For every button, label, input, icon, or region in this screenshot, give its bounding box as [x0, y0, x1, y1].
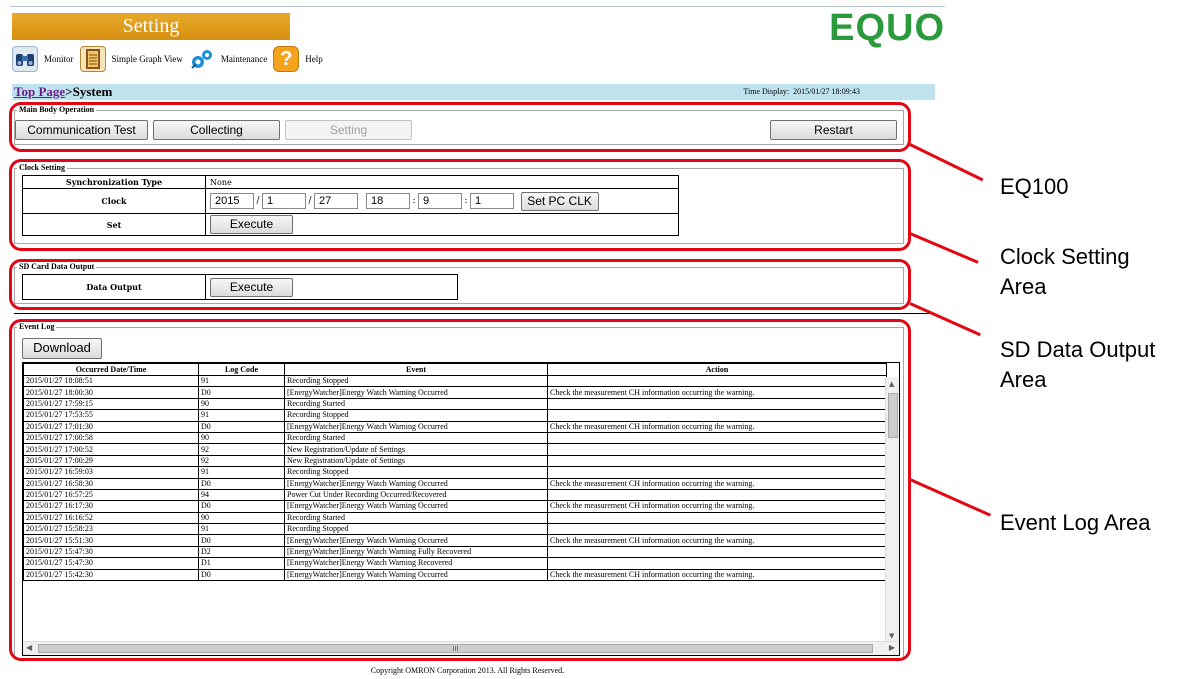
sd-leader-line — [909, 302, 981, 337]
nav-simple-graph-view-label: Simple Graph View — [111, 54, 183, 64]
page-title: Setting — [12, 13, 290, 40]
question-icon: ? — [273, 46, 300, 72]
section-divider — [14, 313, 935, 314]
breadcrumb-top-page-link[interactable]: Top Page — [14, 84, 65, 99]
sd-area-highlight — [9, 259, 911, 310]
nav-help[interactable]: ? Help — [273, 46, 329, 72]
time-display: Time Display: 2015/01/27 18:09:43 — [743, 84, 860, 100]
nav-simple-graph-view[interactable]: Simple Graph View — [79, 46, 189, 72]
clock-area-highlight — [9, 159, 911, 251]
nav-maintenance-label: Maintenance — [220, 54, 268, 64]
nav-monitor-label: Monitor — [44, 54, 74, 64]
eq100-callout: EQ100 — [1000, 174, 1069, 199]
gears-icon — [188, 46, 215, 72]
clock-area-callout-line2: Area — [1000, 274, 1047, 299]
nav-help-label: Help — [305, 54, 323, 64]
event-log-area-highlight — [9, 319, 911, 661]
event-log-callout: Event Log Area — [1000, 510, 1151, 535]
clock-leader-line — [909, 232, 979, 264]
time-display-value: 2015/01/27 18:09:43 — [793, 87, 860, 96]
sd-area-callout-line2: Area — [1000, 367, 1047, 392]
eq100-leader-line — [909, 143, 984, 182]
nav-maintenance[interactable]: Maintenance — [188, 46, 273, 72]
breadcrumb-separator: > — [65, 84, 73, 99]
copyright-footer: Copyright OMRON Corporation 2013. All Ri… — [370, 666, 565, 675]
eq100-area-highlight — [9, 102, 911, 152]
breadcrumb: Top Page>System — [14, 84, 112, 100]
breadcrumb-current: System — [72, 84, 113, 99]
breadcrumb-bar: Top Page>System Time Display: 2015/01/27… — [12, 84, 935, 100]
nav-bar: Monitor Simple Graph View Maintenance ? … — [12, 44, 329, 74]
clock-area-callout-line1: Clock Setting — [1000, 244, 1130, 269]
binoculars-icon — [12, 46, 38, 72]
ledger-icon — [79, 46, 106, 72]
time-display-label: Time Display: — [743, 87, 790, 96]
top-divider — [10, 6, 945, 7]
equo-logo: EQUO — [829, 7, 945, 49]
sd-area-callout-line1: SD Data Output — [1000, 337, 1156, 362]
nav-monitor[interactable]: Monitor — [12, 46, 80, 72]
event-log-leader-line — [909, 478, 992, 517]
